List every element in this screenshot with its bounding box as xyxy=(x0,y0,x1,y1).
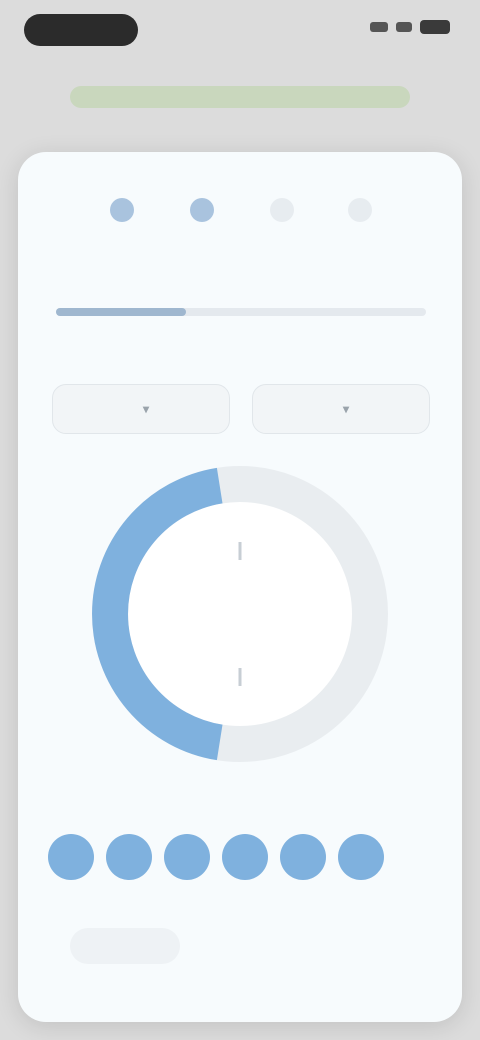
wizard-sheet: ▾ ▾ xyxy=(18,152,462,1022)
time-dial[interactable] xyxy=(90,464,390,764)
step-3-indicator[interactable] xyxy=(270,198,294,222)
day-toggle[interactable] xyxy=(338,834,384,880)
day-toggle[interactable] xyxy=(164,834,210,880)
top-banner[interactable] xyxy=(70,86,410,108)
wifi-icon xyxy=(396,22,412,32)
wizard-progress-bar xyxy=(56,308,426,316)
status-icons xyxy=(370,20,450,34)
end-time-button[interactable]: ▾ xyxy=(252,384,430,434)
signal-icon xyxy=(370,22,388,32)
step-4-indicator[interactable] xyxy=(348,198,372,222)
day-toggle[interactable] xyxy=(280,834,326,880)
step-2-indicator[interactable] xyxy=(190,198,214,222)
chevron-down-icon: ▾ xyxy=(342,402,350,416)
battery-icon xyxy=(420,20,450,34)
day-toggle[interactable] xyxy=(106,834,152,880)
wizard-stepper xyxy=(18,196,462,224)
start-time-button[interactable]: ▾ xyxy=(52,384,230,434)
chevron-down-icon: ▾ xyxy=(142,402,150,416)
status-bar xyxy=(0,0,480,62)
step-1-indicator[interactable] xyxy=(110,198,134,222)
day-toggle[interactable] xyxy=(48,834,94,880)
time-dial-graphic xyxy=(92,466,388,762)
day-toggle[interactable] xyxy=(222,834,268,880)
status-time xyxy=(24,14,138,46)
wizard-progress-fill xyxy=(56,308,186,316)
next-button[interactable] xyxy=(70,928,180,964)
day-selector xyxy=(48,834,384,880)
